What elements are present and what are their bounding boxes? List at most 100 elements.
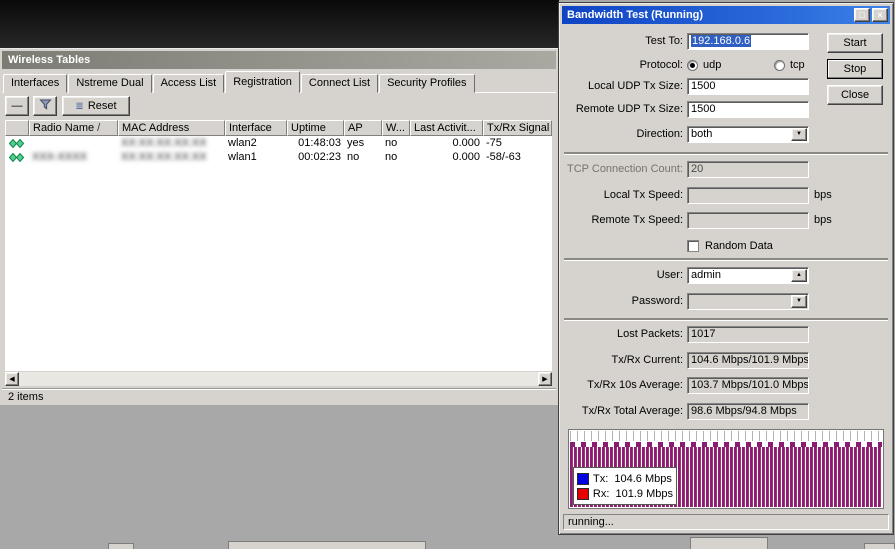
chevron-down-icon[interactable]: ▼ [791,295,807,308]
items-count: 2 items [8,391,44,403]
table-row[interactable]: XXX-XXXX XX:XX:XX:XX:XX wlan1 00:02:23 n… [5,150,552,164]
local-tx-speed-label: Local Tx Speed: [603,189,683,201]
filter-button[interactable] [33,96,57,116]
remote-udp-tx-size-field[interactable]: 1500 [687,101,809,118]
wireless-station-icon [5,138,29,148]
scroll-right-icon[interactable]: ▶ [538,372,552,386]
password-field[interactable]: ▼ [687,293,809,310]
user-field[interactable]: admin ▲ [687,267,809,284]
txrx-total-average-field: 98.6 Mbps/94.8 Mbps [687,403,809,420]
close-icon[interactable]: × [872,8,888,22]
txrx-total-average-label: Tx/Rx Total Average: [581,405,683,417]
local-tx-speed-row: Local Tx Speed: bps [562,187,890,205]
tab-security-profiles[interactable]: Security Profiles [379,74,475,93]
local-udp-tx-size-label: Local UDP Tx Size: [588,80,683,92]
legend-tx-row: Tx: 104.6 Mbps [577,471,673,486]
chevron-down-icon[interactable]: ▼ [791,128,807,141]
column-header-mac-address[interactable]: MAC Address [118,120,225,136]
registration-table-header: Radio Name / MAC Address Interface Uptime… [5,120,552,136]
cell-last-activity: 0.000 [452,151,480,163]
lost-packets-label: Lost Packets: [616,328,683,340]
direction-dropdown[interactable]: both ▼ [687,126,809,143]
column-header-radio-name[interactable]: Radio Name / [29,120,118,136]
tab-nstreme-dual[interactable]: Nstreme Dual [68,74,152,93]
reset-button[interactable]: ≣ Reset [62,96,130,116]
cell-ap: yes [347,137,365,149]
tab-interfaces[interactable]: Interfaces [3,74,68,93]
start-button[interactable]: Start [827,33,883,53]
test-to-value: 192.168.0.6 [691,35,752,47]
protocol-label: Protocol: [639,59,683,71]
tcp-label[interactable]: tcp [790,57,805,74]
password-label: Password: [631,295,683,307]
direction-row: Direction: both ▼ [562,126,890,144]
filter-funnel-icon [38,98,52,114]
chart-legend: Tx: 104.6 Mbps Rx: 101.9 Mbps [573,467,677,505]
txrx-10s-average-label: Tx/Rx 10s Average: [587,379,683,391]
rx-swatch-icon [577,487,589,500]
stop-button[interactable]: Stop [827,59,883,79]
udp-radio[interactable] [687,60,698,71]
column-header-icon[interactable] [5,120,29,136]
txrx-10s-average-field: 103.7 Mbps/101.0 Mbps [687,377,809,394]
tcp-radio[interactable] [774,60,785,71]
bandwidth-title: Bandwidth Test (Running) [567,9,704,21]
chevron-up-icon[interactable]: ▲ [791,269,807,282]
tab-registration[interactable]: Registration [225,71,300,93]
random-data-row: Random Data [562,238,890,256]
column-header-interface[interactable]: Interface [225,120,287,136]
bandwidth-titlebar[interactable]: Bandwidth Test (Running) □ × [562,6,890,24]
cell-signal: -75 [486,137,502,149]
remove-button[interactable]: — [5,96,29,116]
reset-label: Reset [87,100,117,112]
column-header-signal[interactable]: Tx/Rx Signal ... [483,120,552,136]
restore-icon[interactable]: □ [854,8,870,22]
tab-connect-list[interactable]: Connect List [300,74,379,93]
txrx-current-label: Tx/Rx Current: [611,354,683,366]
wireless-tables-titlebar[interactable]: Wireless Tables [2,51,556,69]
column-header-last-activity[interactable]: Last Activit... [410,120,483,136]
direction-value: both [691,128,713,140]
background-window-fragment [228,541,426,549]
wireless-station-icon [5,152,29,162]
txrx-total-average-row: Tx/Rx Total Average: 98.6 Mbps/94.8 Mbps [562,403,890,421]
cell-radio-name: XXX-XXXX [32,151,88,163]
bandwidth-status-bar: running... [563,514,889,530]
cell-last-activity: 0.000 [452,137,480,149]
remote-bps-label: bps [814,214,832,226]
udp-label[interactable]: udp [703,57,721,74]
close-button[interactable]: Close [827,85,883,105]
local-tx-speed-field [687,187,809,204]
separator [564,258,888,260]
background-window-fragment [864,543,895,549]
tcp-connection-count-label: TCP Connection Count: [567,163,683,175]
remote-tx-speed-label: Remote Tx Speed: [591,214,683,226]
tab-access-list[interactable]: Access List [152,74,225,93]
cell-ap: no [347,151,360,163]
bandwidth-body: Test To: 192.168.0.6 Protocol: udp tcp L… [562,24,890,531]
column-header-wds[interactable]: W... [382,120,410,136]
cell-uptime: 00:02:23 [298,151,341,163]
reset-icon: ≣ [75,100,84,112]
chart-gridlines [570,431,882,441]
background-dark-area [0,0,559,48]
wireless-status-bar: 2 items [2,388,556,403]
random-data-label[interactable]: Random Data [705,238,773,254]
lost-packets-row: Lost Packets: 1017 [562,326,890,344]
column-header-ap[interactable]: AP [344,120,382,136]
horizontal-scrollbar[interactable]: ◀ ▶ [5,372,552,386]
bandwidth-status-text: running... [568,516,614,528]
table-row[interactable]: XX:XX:XX:XX:XX wlan2 01:48:03 yes no 0.0… [5,136,552,150]
direction-label: Direction: [636,128,683,140]
local-udp-tx-size-field[interactable]: 1500 [687,78,809,95]
scroll-left-icon[interactable]: ◀ [5,372,19,386]
tx-swatch-icon [577,472,589,485]
column-header-uptime[interactable]: Uptime [287,120,344,136]
remote-udp-tx-size-label: Remote UDP Tx Size: [575,103,683,115]
test-to-field[interactable]: 192.168.0.6 [687,33,809,50]
random-data-checkbox[interactable] [687,240,699,252]
cell-mac-address: XX:XX:XX:XX:XX [121,137,207,149]
password-row: Password: ▼ [562,293,890,311]
tcp-connection-count-field: 20 [687,161,809,178]
cell-wds: no [385,151,398,163]
